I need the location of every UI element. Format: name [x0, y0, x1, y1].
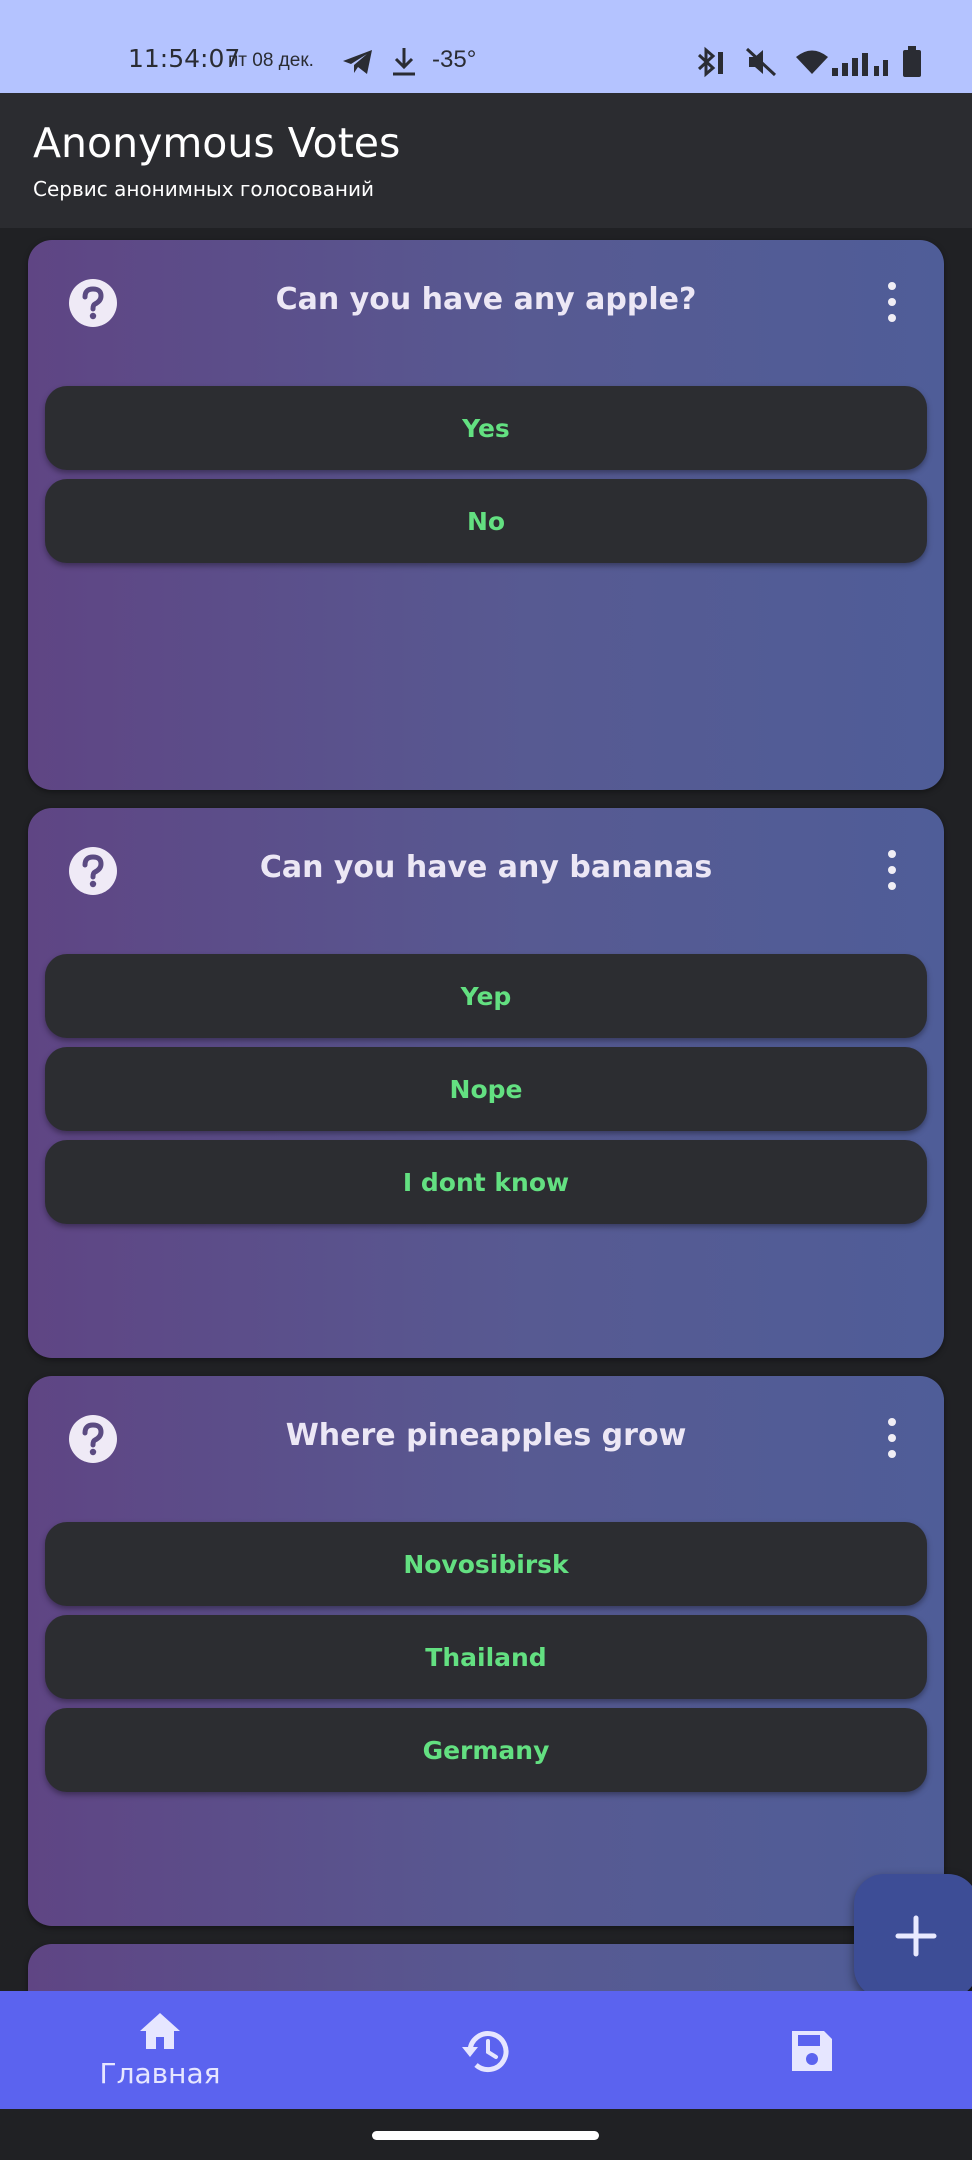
poll-option-button[interactable]: I dont know	[45, 1140, 927, 1224]
nav-home-label: Главная	[99, 2057, 221, 2090]
nav-item-saved[interactable]	[782, 2021, 842, 2081]
bottom-navigation: Главная	[0, 1991, 972, 2109]
poll-card	[28, 1944, 944, 1991]
bluetooth-icon	[693, 46, 725, 83]
status-time: 11:54:07	[128, 44, 241, 73]
gesture-handle[interactable]	[372, 2131, 599, 2140]
telegram-icon	[342, 48, 374, 81]
poll-question: Can you have any apple?	[275, 282, 697, 317]
app-subtitle: Сервис анонимных голосований	[33, 177, 375, 201]
battery-icon	[902, 46, 922, 83]
signal-icon	[832, 48, 894, 81]
poll-question: Can you have any bananas	[259, 850, 713, 885]
home-icon	[140, 2013, 180, 2049]
save-icon	[792, 2031, 832, 2071]
poll-option-button[interactable]: Yes	[45, 386, 927, 470]
mute-icon	[745, 47, 777, 82]
poll-card: Can you have any bananas Yep Nope I dont…	[28, 808, 944, 1358]
gesture-area	[0, 2109, 972, 2160]
poll-option-button[interactable]: Novosibirsk	[45, 1522, 927, 1606]
more-vert-icon[interactable]	[880, 848, 904, 892]
wifi-icon	[795, 48, 829, 81]
poll-card: Can you have any apple? Yes No	[28, 240, 944, 790]
add-poll-button[interactable]	[854, 1874, 972, 1998]
status-temperature: -35°	[432, 46, 477, 73]
more-vert-icon[interactable]	[880, 280, 904, 324]
poll-option-button[interactable]: Thailand	[45, 1615, 927, 1699]
download-icon	[390, 46, 418, 83]
help-icon[interactable]	[68, 846, 118, 896]
help-icon[interactable]	[68, 1414, 118, 1464]
nav-item-home[interactable]: Главная	[90, 1991, 230, 2109]
poll-list[interactable]: Can you have any apple? Yes No Can you h…	[0, 228, 972, 1991]
status-bar: 11:54:07 пт 08 дек. -35°	[0, 0, 972, 93]
poll-option-button[interactable]: Nope	[45, 1047, 927, 1131]
poll-card: Where pineapples grow Novosibirsk Thaila…	[28, 1376, 944, 1926]
app-title: Anonymous Votes	[33, 119, 401, 167]
plus-icon	[895, 1915, 937, 1957]
poll-option-button[interactable]: Yep	[45, 954, 927, 1038]
more-vert-icon[interactable]	[880, 1416, 904, 1460]
status-date: пт 08 дек.	[228, 50, 314, 71]
poll-option-button[interactable]: No	[45, 479, 927, 563]
help-icon[interactable]	[68, 278, 118, 328]
poll-question: Where pineapples grow	[285, 1418, 687, 1453]
poll-option-button[interactable]: Germany	[45, 1708, 927, 1792]
app-bar: Anonymous Votes Сервис анонимных голосов…	[0, 93, 972, 228]
history-icon	[462, 2031, 509, 2073]
nav-item-history[interactable]	[456, 2021, 516, 2081]
